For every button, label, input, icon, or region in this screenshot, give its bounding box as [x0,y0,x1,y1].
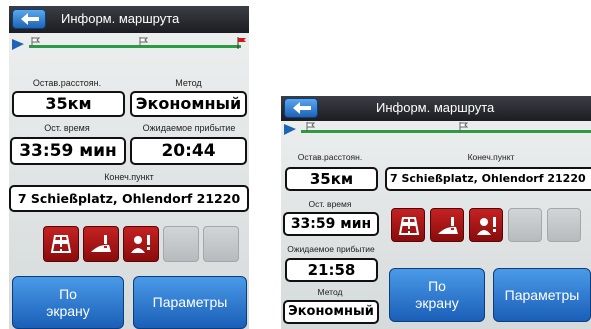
back-arrow-icon [293,102,311,114]
start-flag-icon [284,124,296,135]
by-screen-button[interactable]: По экрану [12,276,124,329]
destination-label: Конеч.пункт [104,172,154,182]
portrait-screen: Информ. маршрута Остав.расстоян. Метод 3… [9,6,249,329]
start-flag-icon [12,39,24,50]
permit-required-icon [131,235,150,253]
destination-value: 7 Schießplatz, Ohlendorf 21220 [385,167,591,191]
parameters-button[interactable]: Параметры [493,268,591,322]
empty-warning-slot [203,226,239,262]
empty-warning-slot [547,208,581,242]
remaining-time-label: Ост. время [308,199,352,209]
unpaved-road-icon [438,217,458,234]
title-bar: Информ. маршрута [281,96,591,121]
via-point-flag-icon [139,37,149,47]
method-value: Экономный [283,300,379,324]
remaining-distance-value: 35км [12,91,125,117]
destination-label: Конеч.пункт [467,152,515,162]
back-button[interactable] [12,9,46,29]
remaining-distance-label: Остав.расстоян. [32,78,102,88]
page-title: Информ. маршрута [61,11,180,26]
remaining-distance-value: 35км [285,167,378,191]
via-point-flag-icon [306,122,316,132]
eta-value: 21:58 [285,258,378,282]
unpaved-road-warning[interactable] [430,208,464,242]
toll-road-icon [398,217,420,235]
remaining-time-label: Ост. время [44,123,90,133]
empty-warning-slot [163,226,199,262]
toll-road-icon [50,235,72,253]
back-arrow-icon [21,13,39,25]
route-track [29,45,241,48]
destination-flag-icon [237,37,246,49]
eta-value: 20:44 [130,137,247,165]
by-screen-button[interactable]: По экрану [389,268,485,322]
toll-road-warning[interactable] [43,226,79,262]
unpaved-road-warning[interactable] [83,226,119,262]
via-point-flag-icon [31,37,41,47]
route-progress-bar [281,122,591,137]
destination-value: 7 Schießplatz, Ohlendorf 21220 [9,185,249,212]
back-button[interactable] [284,98,318,118]
title-bar: Информ. маршрута [9,6,249,33]
permit-required-icon [477,217,496,235]
permit-required-warning[interactable] [123,226,159,262]
remaining-time-value: 33:59 мин [283,212,379,236]
method-value: Экономный [130,91,247,117]
unpaved-road-icon [91,235,111,252]
parameters-button[interactable]: Параметры [133,276,247,329]
via-point-flag-icon [459,122,469,132]
eta-label: Ожидаемое прибытие [142,123,236,133]
page-title: Информ. маршрута [376,100,495,115]
method-label: Метод [175,78,202,88]
landscape-screen: Информ. маршрута Остав.расстоян. Конеч.п… [281,96,591,329]
empty-warning-slot [508,208,542,242]
toll-road-warning[interactable] [391,208,425,242]
permit-required-warning[interactable] [469,208,503,242]
remaining-time-value: 33:59 мин [10,137,126,165]
route-progress-bar [9,37,249,52]
method-label: Метод [317,287,343,297]
eta-label: Ожидаемое прибытие [287,244,375,254]
remaining-distance-label: Остав.расстоян. [297,152,363,162]
route-track [301,130,591,133]
